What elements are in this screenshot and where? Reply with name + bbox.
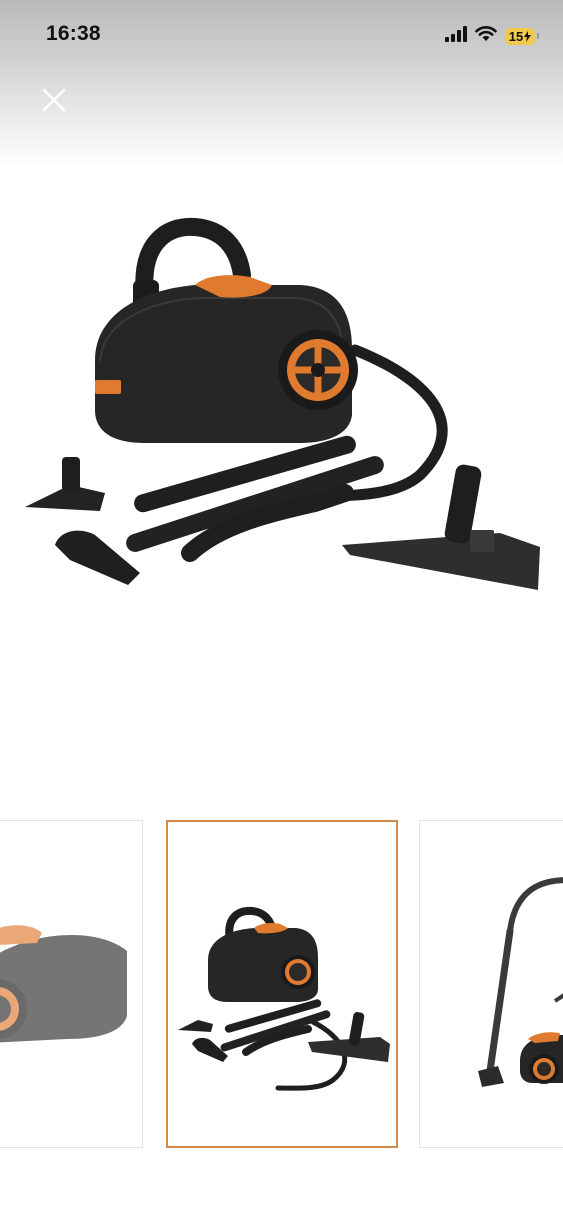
close-button[interactable]	[38, 84, 70, 116]
thumbnail-3[interactable]	[419, 820, 563, 1148]
thumbnail-2-selected[interactable]	[166, 820, 398, 1148]
status-icons: 15	[445, 24, 539, 48]
battery-nub	[537, 33, 539, 39]
cellular-signal-icon	[445, 25, 467, 47]
status-time: 16:38	[46, 22, 101, 45]
main-product-image[interactable]	[0, 175, 563, 775]
battery-level: 15	[508, 28, 524, 44]
wifi-icon	[475, 25, 497, 47]
status-bar: 16:38 15	[0, 0, 563, 70]
thumbnail-fade	[0, 821, 142, 1147]
thumbnail-1[interactable]	[0, 820, 143, 1148]
battery-charging-icon: 15	[505, 27, 535, 45]
close-icon	[42, 88, 66, 112]
